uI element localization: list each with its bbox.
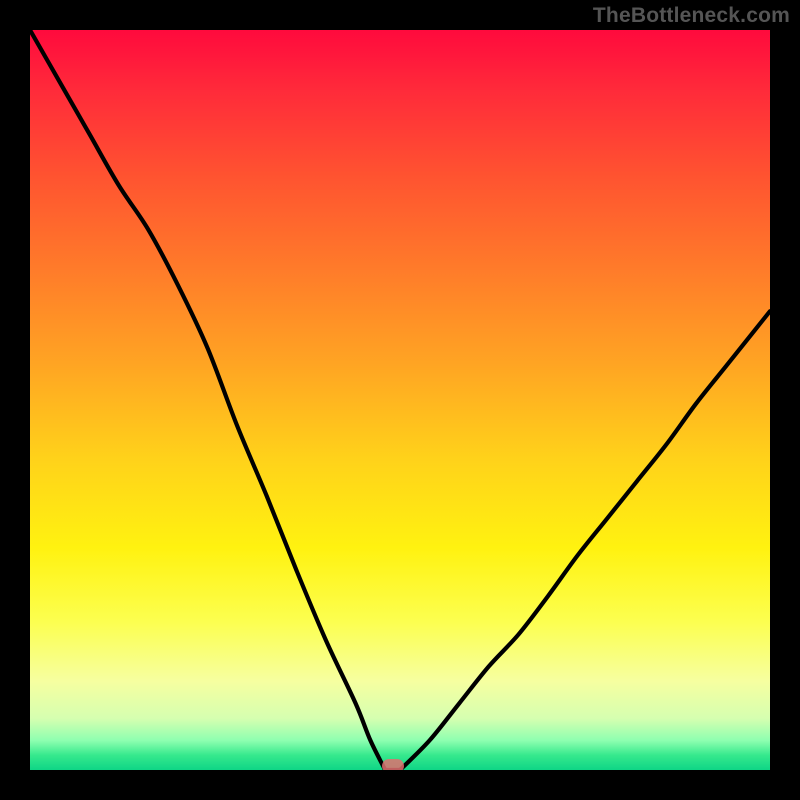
chart-frame: TheBottleneck.com <box>0 0 800 800</box>
plot-area <box>30 30 770 770</box>
attribution-label: TheBottleneck.com <box>593 4 790 28</box>
optimal-marker <box>382 759 404 770</box>
bottleneck-curve <box>30 30 770 770</box>
